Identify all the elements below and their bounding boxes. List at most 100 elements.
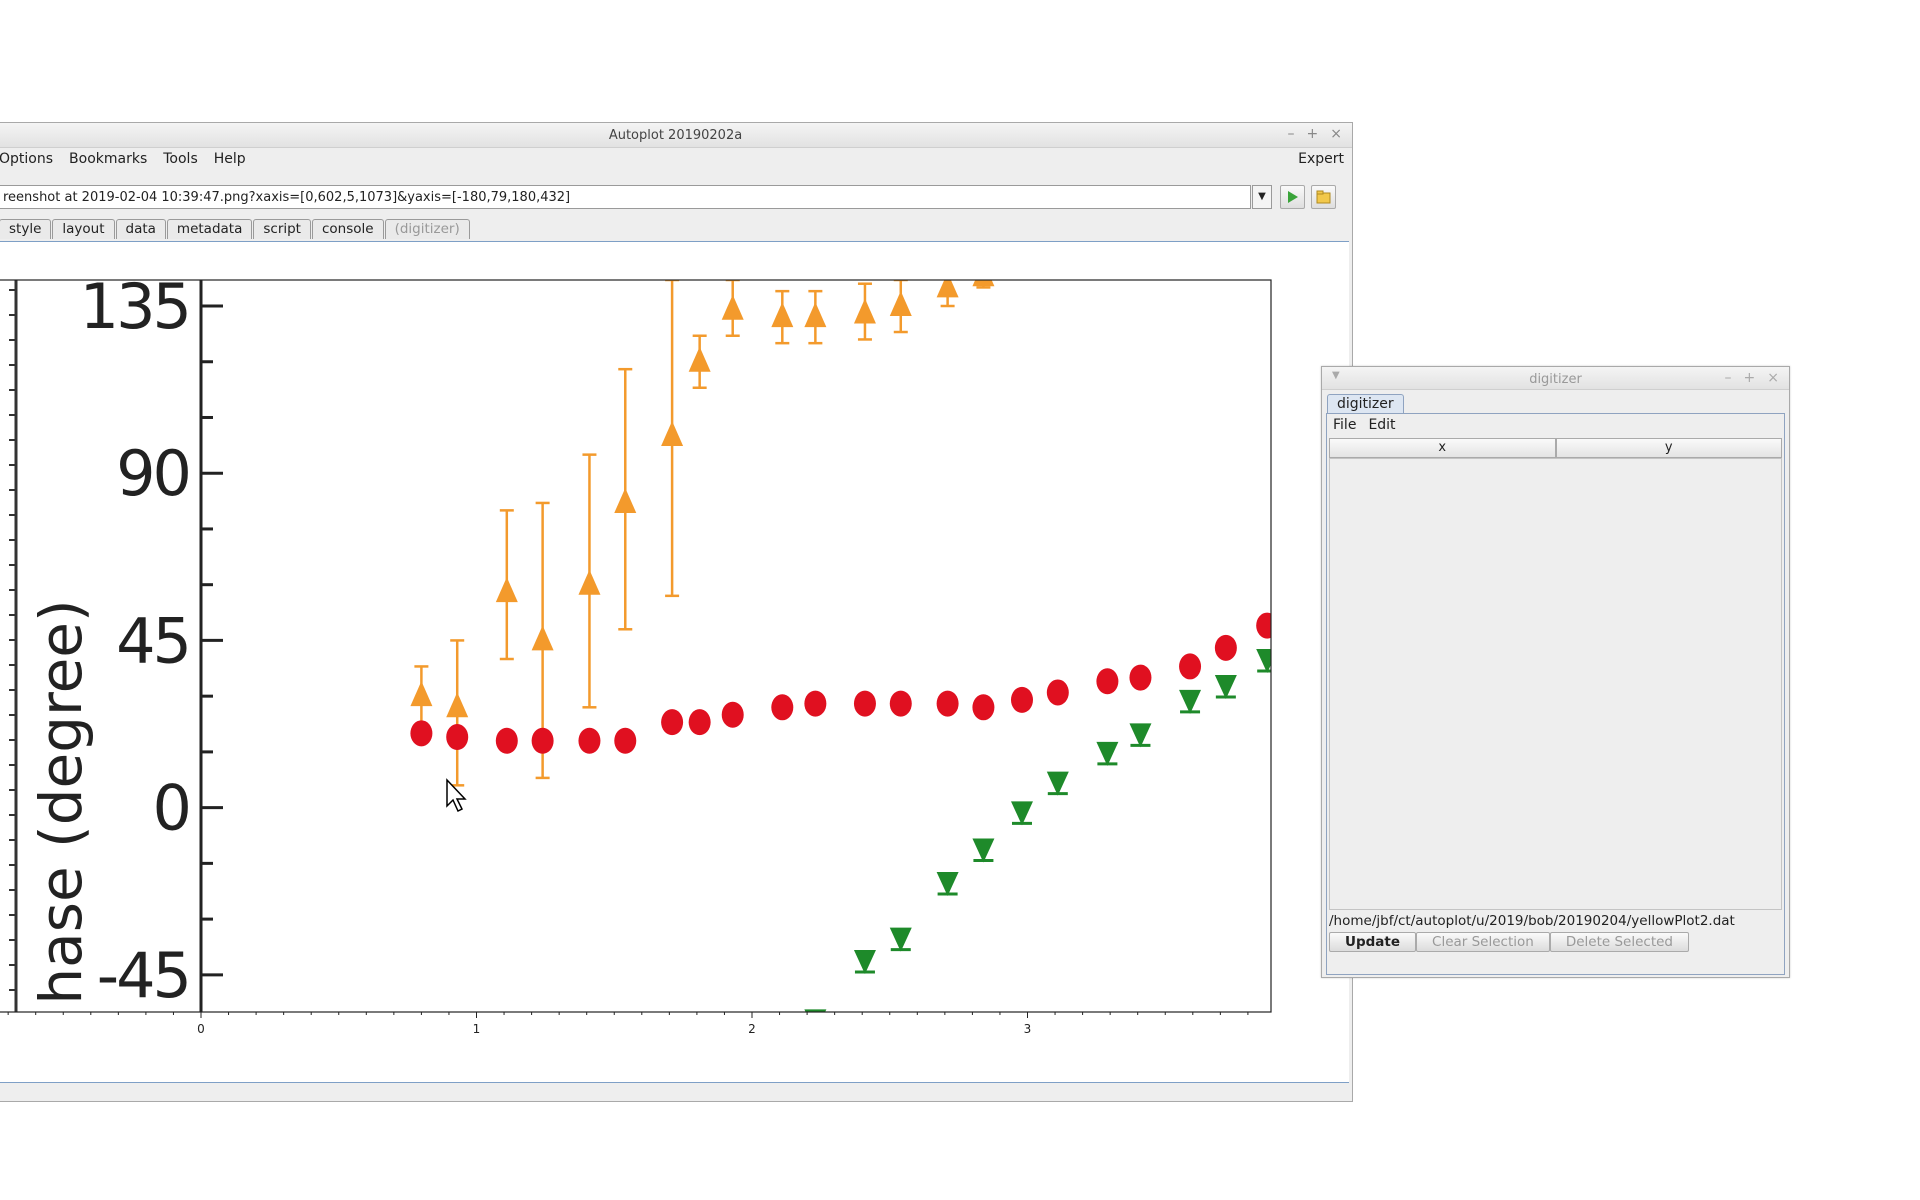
plot-svg[interactable]: 135 90 45 0 -45hase (degree) 0 1 2 3 (0, 242, 1349, 1082)
plot-image-layer: 135 90 45 0 -45hase (degree) (9, 270, 223, 1012)
data-point-triangle-down (936, 871, 959, 896)
column-x[interactable]: x (1329, 438, 1556, 458)
data-point-triangle-up (531, 625, 554, 651)
image-y-axis-label: hase (degree) (27, 599, 95, 1004)
expert-menu[interactable]: Expert (1298, 151, 1344, 167)
tab-metadata[interactable]: metadata (166, 219, 253, 239)
data-point-triangle-up (410, 681, 433, 707)
data-point-circle (1214, 634, 1237, 661)
main-window-title: Autoplot 20190202a (608, 128, 743, 143)
image-y-tick-label: 90 (116, 437, 189, 510)
tab-data[interactable]: data (115, 219, 166, 239)
close-icon[interactable]: × (1330, 126, 1342, 142)
data-point-circle (1179, 653, 1202, 680)
data-point-triangle-up (661, 421, 684, 447)
menu-tools[interactable]: Tools (155, 151, 206, 167)
tab-script[interactable]: script (253, 219, 311, 239)
data-point-circle (410, 720, 433, 747)
minimize-icon[interactable]: – (1288, 126, 1295, 142)
data-point-circle (614, 727, 637, 754)
menu-bookmarks[interactable]: Bookmarks (61, 151, 155, 167)
uri-dropdown-icon[interactable]: ▼ (1252, 185, 1272, 209)
x-tick-label: 3 (1024, 1022, 1032, 1036)
plot-canvas[interactable]: 135 90 45 0 -45 hase (degree) 0 1 2 3 (0, 241, 1349, 1083)
digitizer-title-bar[interactable]: ▼ digitizer – + × (1322, 367, 1789, 390)
main-menu-bar: Options Bookmarks Tools Help Expert (0, 148, 1352, 170)
data-point-circle (721, 701, 744, 728)
tab-digitizer[interactable]: (digitizer) (384, 219, 470, 239)
data-point-triangle-up (889, 291, 912, 317)
data-point-circle (889, 690, 912, 717)
tab-style[interactable]: style (0, 219, 52, 239)
tab-digitizer-panel[interactable]: digitizer (1327, 394, 1404, 413)
data-point-circle (661, 709, 684, 736)
data-point-circle (972, 694, 995, 721)
digitizer-window: ▼ digitizer – + × digitizer File Edit x … (1321, 366, 1790, 978)
data-point-triangle-down (1256, 649, 1271, 674)
data-point-triangle-down (972, 838, 995, 863)
data-point-triangle-up (614, 487, 637, 513)
delete-selected-button[interactable]: Delete Selected (1549, 932, 1689, 952)
digitizer-window-title: digitizer (1529, 372, 1582, 387)
data-point-triangle-up (771, 302, 794, 328)
data-point-circle (578, 727, 601, 754)
autoplot-window: Autoplot 20190202a – + × Options Bookmar… (0, 122, 1353, 1102)
data-point-triangle-down (1129, 723, 1152, 748)
data-point-circle (1096, 668, 1119, 695)
image-y-tick-label: 135 (80, 270, 189, 343)
url-row: reenshot at 2019-02-04 10:39:47.png?xaxi… (0, 183, 1352, 213)
uri-input[interactable]: reenshot at 2019-02-04 10:39:47.png?xaxi… (0, 185, 1251, 209)
digitizer-menu-bar: File Edit (1327, 414, 1402, 436)
menu-file[interactable]: File (1327, 417, 1362, 433)
menu-help[interactable]: Help (206, 151, 254, 167)
data-point-circle (446, 724, 469, 751)
data-point-triangle-up (853, 298, 876, 324)
plot-frame (0, 279, 1272, 1013)
data-point-circle (1256, 612, 1271, 639)
close-icon[interactable]: × (1767, 370, 1779, 386)
go-button[interactable] (1280, 185, 1305, 209)
data-point-triangle-down (1046, 771, 1069, 796)
play-icon (1288, 191, 1298, 203)
output-file-path[interactable]: /home/jbf/ct/autoplot/u/2019/bob/2019020… (1329, 913, 1782, 929)
plot-marks-layer (410, 280, 1271, 1012)
points-table[interactable] (1329, 458, 1782, 910)
data-point-triangle-up (688, 346, 711, 372)
clear-selection-button[interactable]: Clear Selection (1416, 932, 1550, 952)
update-button[interactable]: Update (1329, 932, 1417, 952)
data-point-triangle-down (1214, 675, 1237, 700)
tab-console[interactable]: console (311, 219, 384, 239)
data-point-triangle-down (1010, 801, 1033, 826)
image-y-tick-label: 45 (116, 604, 189, 677)
data-point-circle (688, 709, 711, 736)
x-tick-label: 0 (197, 1022, 205, 1036)
data-point-triangle-up (578, 569, 601, 595)
browse-button[interactable] (1311, 185, 1336, 209)
image-y-tick-label: -45 (97, 939, 189, 1012)
menu-edit[interactable]: Edit (1362, 417, 1401, 433)
maximize-icon[interactable]: + (1744, 370, 1756, 386)
main-title-bar[interactable]: Autoplot 20190202a – + × (0, 123, 1352, 148)
data-point-triangle-up (936, 280, 959, 298)
x-tick-label: 2 (748, 1022, 756, 1036)
image-y-tick-label: 0 (153, 772, 189, 845)
minimize-icon[interactable]: – (1725, 370, 1732, 386)
data-point-circle (853, 690, 876, 717)
tab-layout[interactable]: layout (52, 219, 115, 239)
data-point-triangle-up (721, 294, 744, 320)
data-point-triangle-up (446, 692, 469, 718)
x-axis: 0 1 2 3 (7, 1012, 1249, 1036)
data-point-triangle-up (495, 577, 518, 603)
x-tick-label: 1 (473, 1022, 481, 1036)
column-y[interactable]: y (1555, 438, 1782, 458)
menu-options[interactable]: Options (0, 151, 61, 167)
data-point-circle (771, 694, 794, 721)
maximize-icon[interactable]: + (1307, 126, 1319, 142)
data-point-triangle-down (1179, 689, 1202, 714)
data-point-circle (936, 690, 959, 717)
data-point-circle (1046, 679, 1069, 706)
data-point-triangle-down (853, 949, 876, 974)
status-bar (0, 1083, 1352, 1101)
main-tabs: style layout data metadata script consol… (0, 219, 471, 239)
data-point-circle (495, 727, 518, 754)
